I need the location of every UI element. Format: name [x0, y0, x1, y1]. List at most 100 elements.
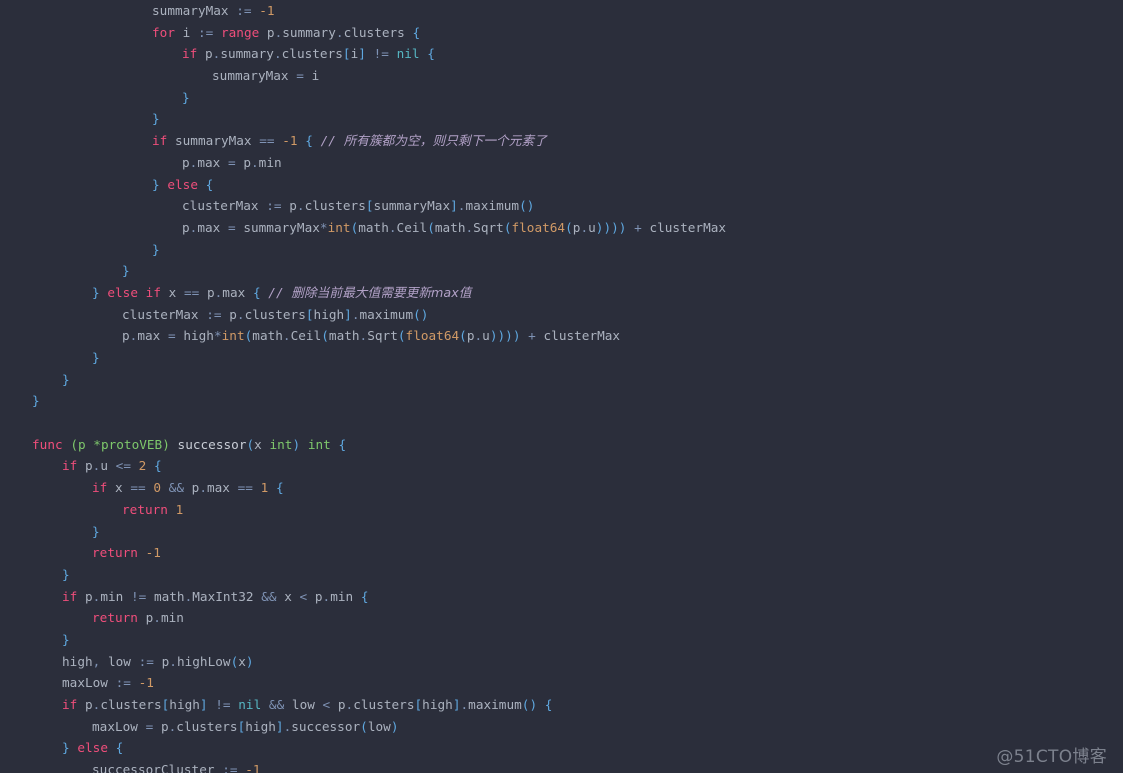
site-watermark: @51CTO博客 — [996, 747, 1107, 767]
code-token-plain: maximum — [468, 697, 522, 712]
code-token-op: := — [206, 306, 222, 322]
code-token-plain: high — [169, 697, 200, 712]
code-line: } else { — [0, 737, 726, 759]
code-token-plain: math — [434, 219, 466, 235]
code-token-number: -1 — [145, 545, 161, 561]
code-token-bracket: ( — [427, 219, 435, 235]
code-token-bracket: ( — [397, 328, 406, 344]
code-token-bracket: ) — [512, 328, 521, 344]
code-token-plain: high — [313, 306, 345, 322]
code-token-plain: x — [254, 436, 270, 452]
code-line: } — [0, 347, 726, 369]
code-token-op: := — [197, 24, 214, 40]
code-token-keyword: range — [220, 24, 260, 40]
code-token-punct: . — [296, 198, 305, 214]
code-token-plain: p — [197, 46, 213, 62]
code-line: } else { — [0, 174, 726, 196]
code-token-punct: . — [580, 219, 589, 235]
code-token-punct: . — [153, 610, 161, 626]
code-token-plain: summaryMax — [167, 133, 260, 149]
code-token-plain: p — [77, 458, 93, 474]
source-code-block[interactable]: summaryMax := -1 for i := range p. summary… — [0, 0, 726, 773]
code-token-bracket: } — [152, 111, 160, 127]
code-token-bracket: } — [62, 566, 70, 582]
code-token-bracket: [ — [305, 306, 314, 322]
code-line: maxLow := -1 — [0, 672, 726, 694]
code-token-bracket: ( — [459, 328, 467, 344]
code-token-plain: p — [235, 154, 251, 170]
code-token-bracket: { — [338, 436, 347, 452]
code-token-plain: max — [222, 284, 253, 300]
code-token-builtin: nil — [238, 697, 262, 712]
code-token-plain: u — [100, 458, 116, 474]
code-token-plain: maxLow — [92, 718, 146, 734]
code-token-keyword: if — [92, 480, 108, 496]
code-token-plain: successor — [291, 718, 361, 734]
code-token-bracket: () — [521, 697, 538, 712]
code-line: clusterMax := p.clusters[high].maximum() — [0, 304, 726, 326]
code-token-op: != — [215, 697, 231, 712]
code-line: } — [0, 369, 726, 391]
code-token-bracket: { — [305, 133, 313, 149]
code-viewer[interactable]: summaryMax := -1 for i := range p. summary… — [0, 0, 1123, 773]
code-token-plain: highLow — [176, 653, 231, 669]
code-token-plain: Ceil — [396, 219, 428, 235]
code-token-keyword: else — [167, 176, 198, 192]
code-token-keyword: else — [77, 740, 108, 756]
code-token-recv: (p *protoVEB) — [70, 436, 170, 452]
code-token-bracket: ( — [321, 328, 329, 344]
code-token-bracket: () — [413, 306, 429, 322]
code-token-op: = — [296, 68, 304, 84]
code-token-plain: u — [588, 219, 596, 235]
code-token-bracket: { — [275, 480, 284, 496]
code-line: return 1 — [0, 499, 726, 521]
code-token-plain: u — [482, 328, 490, 344]
code-token-plain: summaryMax — [212, 68, 297, 84]
code-token-bracket: ] — [344, 306, 352, 322]
code-line: clusterMax := p.clusters[summaryMax].max… — [0, 195, 726, 217]
code-line: p.max = p.min — [0, 152, 726, 174]
code-token-keyword: for — [152, 24, 175, 40]
code-token-punct: . — [236, 306, 245, 322]
code-token-plain: clusters — [176, 718, 238, 734]
code-token-plain: i — [303, 68, 320, 84]
code-token-bracket: ] — [358, 46, 366, 62]
code-token-op: := — [266, 198, 282, 214]
code-token-plain: clusters — [343, 24, 413, 40]
code-token-plain: p — [259, 24, 275, 40]
code-token-keyword: if — [182, 46, 198, 62]
code-token-bracket: { — [154, 458, 162, 474]
code-token-bracket: } — [32, 393, 40, 409]
code-token-op: := — [115, 675, 131, 691]
code-token-bracket: { — [544, 697, 553, 712]
code-token-bracket: } — [62, 631, 70, 647]
code-line: return -1 — [0, 542, 726, 564]
code-token-bracket: { — [427, 46, 435, 62]
code-token-bracket: ))) — [595, 219, 619, 235]
code-token-plain: p — [153, 718, 169, 734]
code-token-plain: clusterMax — [641, 219, 727, 235]
code-token-plain: MaxInt32 — [192, 588, 262, 604]
code-line: if p.min != math.MaxInt32 && x < p.min { — [0, 586, 726, 608]
code-line: if x == 0 && p.max == 1 { — [0, 477, 726, 499]
code-token-punct: . — [273, 46, 282, 62]
code-token-plain: p — [183, 480, 200, 496]
code-line: successorCluster := -1 — [0, 759, 726, 773]
code-token-op: <= — [115, 458, 131, 474]
code-token-plain: low — [367, 718, 391, 734]
code-token-op: != — [130, 588, 147, 604]
code-token-type: int — [221, 328, 245, 344]
code-token-punct: . — [335, 24, 344, 40]
code-token-bracket: [ — [365, 198, 374, 214]
code-token-plain: max — [137, 328, 168, 344]
code-token-plain: clusterMax — [122, 306, 207, 322]
code-token-plain: high — [175, 328, 214, 344]
code-line: } — [0, 564, 726, 586]
code-token-recv: int — [307, 436, 331, 452]
code-line: func (p *protoVEB) successor(x int) int … — [0, 434, 726, 456]
code-token-recv: int — [269, 436, 293, 452]
